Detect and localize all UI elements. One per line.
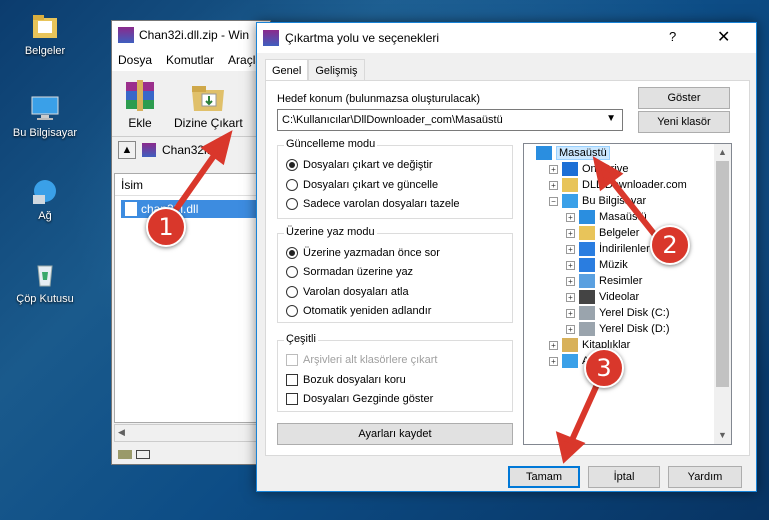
annotation-badge-1: 1 bbox=[146, 207, 186, 247]
annotation-arrows bbox=[167, 130, 658, 464]
arrow-1 bbox=[167, 130, 233, 220]
annotation-badge-3: 3 bbox=[584, 348, 624, 388]
arrow-3 bbox=[555, 376, 603, 464]
arrow-2 bbox=[592, 156, 658, 237]
annotation-badge-2: 2 bbox=[650, 225, 690, 265]
